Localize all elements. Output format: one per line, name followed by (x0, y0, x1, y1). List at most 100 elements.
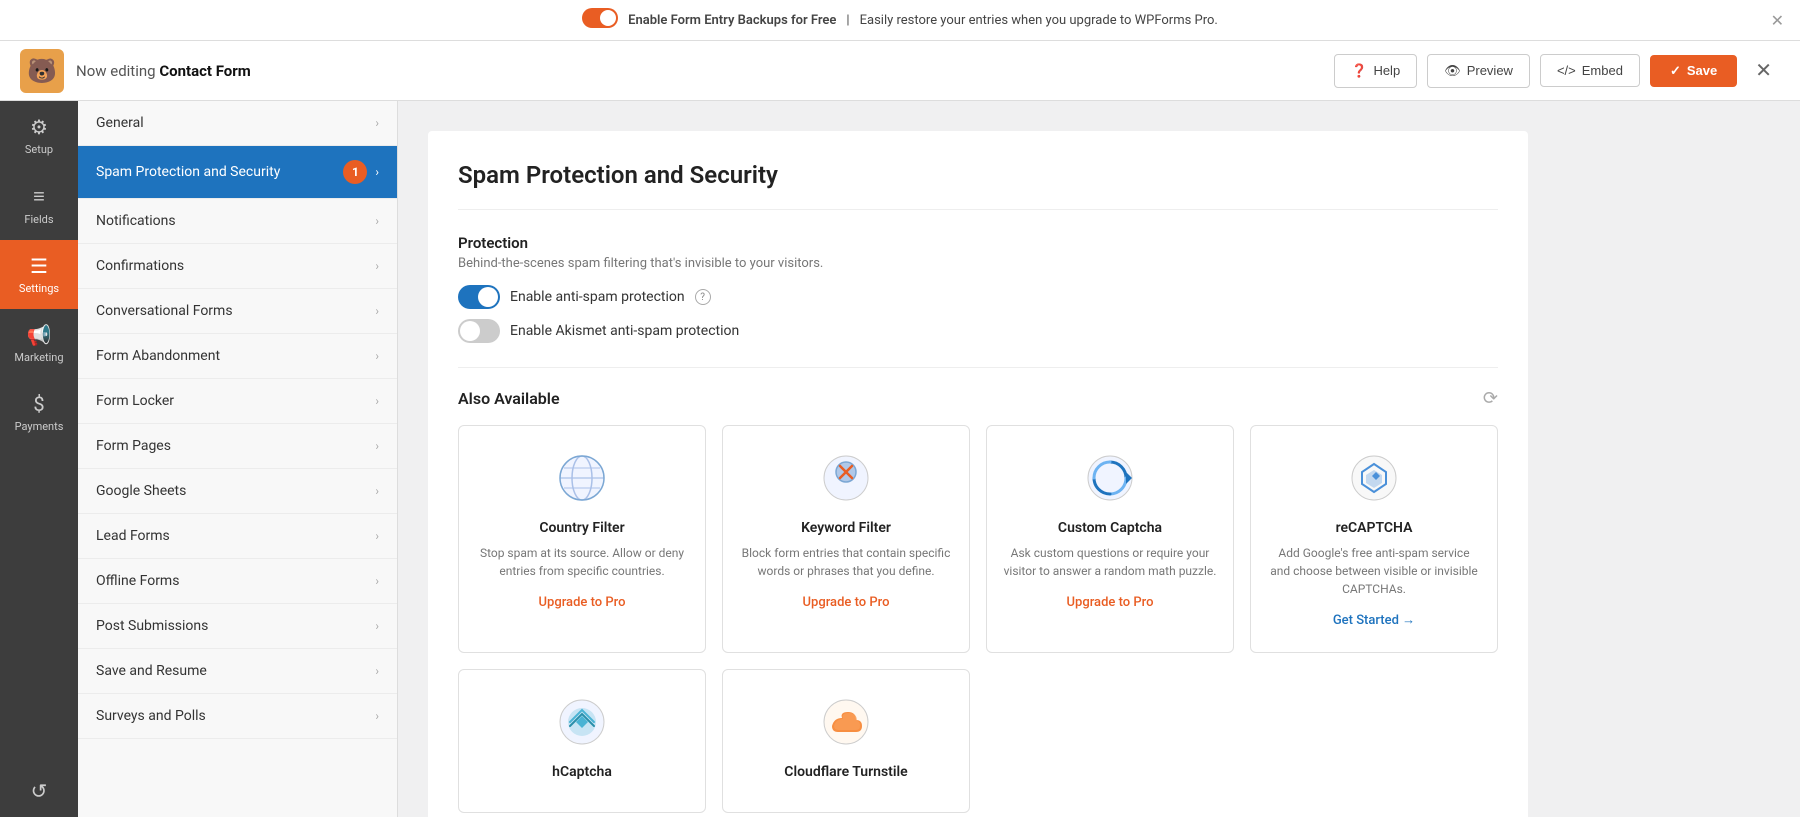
sidebar-nav: General › Spam Protection and Security 1… (78, 101, 398, 817)
keyword-filter-upgrade-button[interactable]: Upgrade to Pro (803, 595, 890, 610)
nav-item-form-locker[interactable]: Form Locker › (78, 379, 397, 424)
nav-item-surveys-and-polls[interactable]: Surveys and Polls › (78, 694, 397, 739)
recaptcha-icon (1346, 450, 1402, 506)
custom-captcha-desc: Ask custom questions or require your vis… (1003, 544, 1217, 580)
chevron-icon: › (375, 394, 379, 408)
custom-captcha-card: Custom Captcha Ask custom questions or r… (986, 425, 1234, 653)
banner-separator: | (846, 13, 849, 28)
country-filter-upgrade-button[interactable]: Upgrade to Pro (539, 595, 626, 610)
nav-item-spam-protection[interactable]: Spam Protection and Security 1 › (78, 146, 397, 199)
nav-item-lead-forms[interactable]: Lead Forms › (78, 514, 397, 559)
anti-spam-label: Enable anti-spam protection (510, 289, 685, 305)
nav-item-google-sheets[interactable]: Google Sheets › (78, 469, 397, 514)
chevron-icon: › (375, 349, 379, 363)
help-button[interactable]: ❓ Help (1334, 54, 1417, 88)
also-available-title: Also Available (458, 389, 560, 408)
anti-spam-toggle-row: Enable anti-spam protection ? (458, 285, 1498, 309)
sidebar-icon-bottom: ↺ (0, 765, 78, 817)
hcaptcha-card: hCaptcha (458, 669, 706, 813)
editing-label: Now editing Contact Form (76, 62, 251, 80)
feature-cards-row1: Country Filter Stop spam at its source. … (458, 425, 1498, 653)
chevron-icon: › (375, 709, 379, 723)
main-content: Spam Protection and Security Protection … (398, 101, 1800, 817)
akismet-toggle[interactable] (458, 319, 500, 343)
sidebar-item-setup-label: Setup (25, 143, 53, 156)
help-tooltip-icon[interactable]: ? (695, 289, 711, 305)
keyword-filter-title: Keyword Filter (739, 520, 953, 536)
sidebar-item-history[interactable]: ↺ (0, 765, 78, 817)
close-banner-button[interactable]: ✕ (1771, 11, 1784, 30)
chevron-icon: › (375, 664, 379, 678)
akismet-toggle-row: Enable Akismet anti-spam protection (458, 319, 1498, 343)
keyword-filter-card: Keyword Filter Block form entries that c… (722, 425, 970, 653)
cloudflare-turnstile-card: Cloudflare Turnstile (722, 669, 970, 813)
nav-item-conversational-forms[interactable]: Conversational Forms › (78, 289, 397, 334)
preview-button[interactable]: 👁 Preview (1427, 54, 1530, 88)
recaptcha-card: reCAPTCHA Add Google's free anti-spam se… (1250, 425, 1498, 653)
sidebar-item-payments-label: Payments (15, 420, 64, 433)
country-filter-desc: Stop spam at its source. Allow or deny e… (475, 544, 689, 580)
sidebar-item-setup[interactable]: ⚙ Setup (0, 101, 78, 170)
fields-icon: ≡ (33, 184, 45, 209)
settings-icon: ☰ (30, 254, 48, 278)
header-left: 🐻 Now editing Contact Form (20, 49, 251, 93)
payments-icon: $ (33, 392, 44, 416)
embed-icon: </> (1557, 63, 1576, 78)
sidebar-item-fields[interactable]: ≡ Fields (0, 170, 78, 240)
keyword-filter-desc: Block form entries that contain specific… (739, 544, 953, 580)
banner-text: Enable Form Entry Backups for Free (628, 13, 836, 28)
refresh-icon[interactable]: ⟳ (1483, 388, 1498, 409)
nav-item-save-and-resume[interactable]: Save and Resume › (78, 649, 397, 694)
nav-item-notifications[interactable]: Notifications › (78, 199, 397, 244)
custom-captcha-upgrade-button[interactable]: Upgrade to Pro (1067, 595, 1154, 610)
content-card: Spam Protection and Security Protection … (428, 131, 1528, 817)
header-right: ❓ Help 👁 Preview </> Embed ✓ Save ✕ (1334, 54, 1780, 88)
chevron-icon: › (375, 619, 379, 633)
chevron-icon: › (375, 484, 379, 498)
nav-item-confirmations[interactable]: Confirmations › (78, 244, 397, 289)
recaptcha-get-started-button[interactable]: Get Started → (1333, 613, 1415, 628)
sidebar-item-settings-label: Settings (19, 282, 59, 295)
chevron-icon: › (375, 214, 379, 228)
protection-desc: Behind-the-scenes spam filtering that's … (458, 256, 1498, 271)
also-available-section: Also Available ⟳ (458, 367, 1498, 409)
sidebar-item-marketing-label: Marketing (14, 351, 63, 364)
banner-toggle[interactable] (582, 8, 618, 32)
keyword-filter-icon (818, 450, 874, 506)
logo: 🐻 (20, 49, 64, 93)
recaptcha-desc: Add Google's free anti-spam service and … (1267, 544, 1481, 598)
preview-icon: 👁 (1444, 63, 1461, 79)
main-layout: ⚙ Setup ≡ Fields ☰ Settings 📢 Marketing … (0, 101, 1800, 817)
page-title: Spam Protection and Security (458, 161, 1498, 210)
akismet-label: Enable Akismet anti-spam protection (510, 323, 739, 339)
country-filter-card: Country Filter Stop spam at its source. … (458, 425, 706, 653)
save-button[interactable]: ✓ Save (1650, 55, 1737, 87)
sidebar-item-marketing[interactable]: 📢 Marketing (0, 309, 78, 378)
cloudflare-turnstile-title: Cloudflare Turnstile (739, 764, 953, 780)
header: 🐻 Now editing Contact Form ❓ Help 👁 Prev… (0, 41, 1800, 101)
country-filter-title: Country Filter (475, 520, 689, 536)
close-button[interactable]: ✕ (1747, 54, 1780, 87)
hcaptcha-icon (554, 694, 610, 750)
save-icon: ✓ (1670, 63, 1681, 79)
chevron-icon: › (375, 304, 379, 318)
top-banner: Enable Form Entry Backups for Free | Eas… (0, 0, 1800, 41)
nav-item-form-abandonment[interactable]: Form Abandonment › (78, 334, 397, 379)
custom-captcha-icon (1082, 450, 1138, 506)
cloudflare-turnstile-icon (818, 694, 874, 750)
marketing-icon: 📢 (27, 323, 52, 347)
spam-badge: 1 (343, 160, 367, 184)
nav-item-offline-forms[interactable]: Offline Forms › (78, 559, 397, 604)
recaptcha-title: reCAPTCHA (1267, 520, 1481, 536)
setup-icon: ⚙ (30, 115, 48, 139)
sidebar-item-settings[interactable]: ☰ Settings (0, 240, 78, 309)
banner-subtext: Easily restore your entries when you upg… (860, 13, 1218, 28)
feature-cards-row2: hCaptcha Cloudflare Turnstile (458, 669, 1498, 813)
nav-item-post-submissions[interactable]: Post Submissions › (78, 604, 397, 649)
chevron-icon: › (375, 439, 379, 453)
anti-spam-toggle[interactable] (458, 285, 500, 309)
embed-button[interactable]: </> Embed (1540, 54, 1640, 87)
nav-item-general[interactable]: General › (78, 101, 397, 146)
nav-item-form-pages[interactable]: Form Pages › (78, 424, 397, 469)
sidebar-item-payments[interactable]: $ Payments (0, 378, 78, 447)
